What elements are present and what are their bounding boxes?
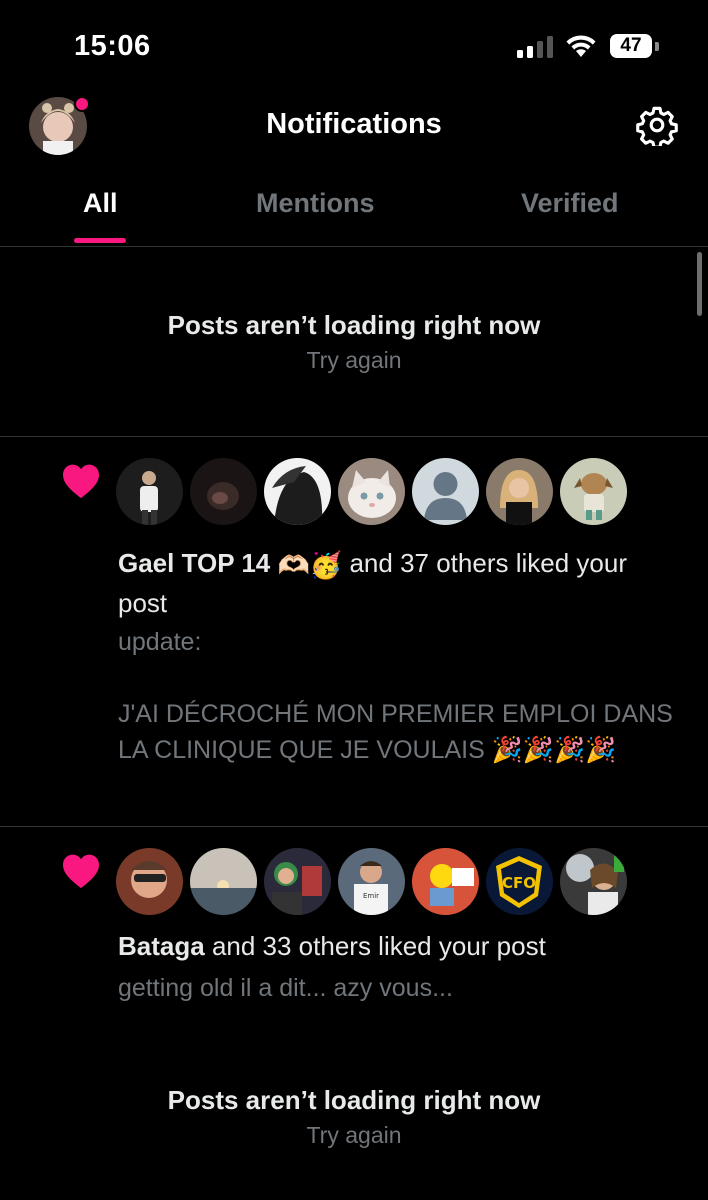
avatar[interactable] <box>264 848 331 915</box>
posts-error: Posts aren’t loading right now Try again <box>0 1085 708 1149</box>
avatar[interactable] <box>190 848 257 915</box>
battery-icon: 47 <box>610 34 652 58</box>
wifi-icon <box>566 35 596 57</box>
try-again-link[interactable]: Try again <box>0 1122 708 1149</box>
status-bar: 15:06 47 <box>0 0 708 90</box>
battery-cap <box>655 42 659 51</box>
post-line: J'AI DÉCROCHÉ MON PREMIER EMPLOI DANS LA… <box>118 700 673 764</box>
status-time: 15:06 <box>74 30 151 62</box>
error-title: Posts aren’t loading right now <box>167 1085 541 1115</box>
tab-mentions[interactable]: Mentions <box>256 188 375 219</box>
avatar[interactable] <box>116 848 183 915</box>
error-title: Posts aren’t loading right now <box>167 310 541 340</box>
scrollbar[interactable] <box>697 252 702 316</box>
notification-action: and 33 others liked your post <box>211 931 546 961</box>
avatar[interactable] <box>560 848 627 915</box>
svg-text:Emir: Emir <box>363 892 379 900</box>
notification-text: Gael TOP 14 🫶🏻🥳 and 37 others liked your… <box>118 544 678 622</box>
divider <box>0 826 708 827</box>
heart-icon <box>63 464 99 499</box>
page-title: Notifications <box>266 108 442 140</box>
cellular-signal-icon <box>517 36 553 58</box>
avatar[interactable]: CFO <box>486 848 553 915</box>
avatar[interactable]: Emir <box>338 848 405 915</box>
svg-text:CFO: CFO <box>502 874 536 892</box>
tab-verified[interactable]: Verified <box>521 188 619 219</box>
heart-icon <box>63 854 99 889</box>
user-emojis: 🫶🏻🥳 <box>277 550 343 581</box>
avatar[interactable] <box>412 848 479 915</box>
active-tab-indicator <box>74 238 126 243</box>
post-line-blank <box>118 660 678 696</box>
post-line: getting old il a dit... azy vous... <box>118 974 453 1002</box>
divider <box>0 436 708 437</box>
header: Notifications <box>0 90 708 162</box>
notification-text: Bataga and 33 others liked your post <box>118 927 678 965</box>
avatar[interactable] <box>264 458 331 525</box>
avatar[interactable] <box>190 458 257 525</box>
avatar[interactable] <box>486 458 553 525</box>
tab-all[interactable]: All <box>83 188 118 219</box>
notification-user[interactable]: Gael TOP 14 <box>118 548 270 578</box>
post-preview[interactable]: update: J'AI DÉCROCHÉ MON PREMIER EMPLOI… <box>118 624 678 768</box>
try-again-link[interactable]: Try again <box>0 347 708 374</box>
avatar[interactable] <box>338 458 405 525</box>
notification-tabs: All Mentions Verified <box>0 170 708 247</box>
avatar[interactable] <box>560 458 627 525</box>
battery-level: 47 <box>620 35 642 56</box>
post-preview[interactable]: getting old il a dit... azy vous... <box>118 970 678 1006</box>
posts-error: Posts aren’t loading right now Try again <box>0 310 708 374</box>
avatar[interactable] <box>116 458 183 525</box>
notification-user[interactable]: Bataga <box>118 931 205 961</box>
settings-gear-icon[interactable] <box>636 104 678 146</box>
post-line: update: <box>118 628 202 656</box>
default-avatar-icon[interactable] <box>412 458 479 525</box>
